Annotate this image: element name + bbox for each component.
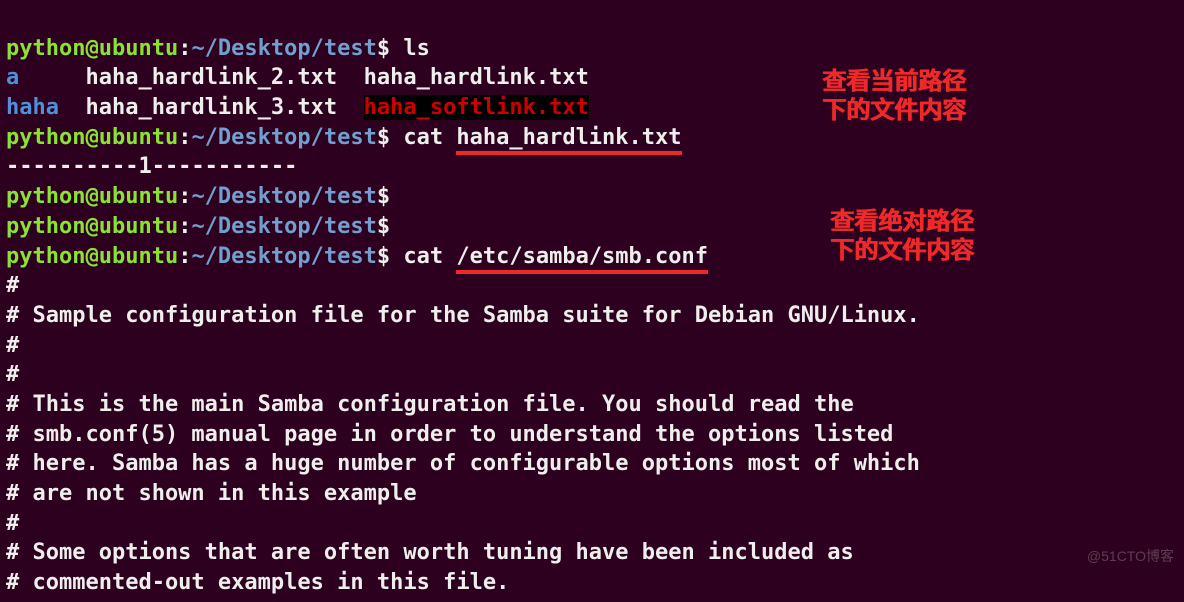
- prompt-line-2: python@ubuntu:~/Desktop/test$ cat haha_h…: [6, 125, 682, 155]
- prompt-user: python@ubuntu: [6, 36, 178, 61]
- prompt-line-3: python@ubuntu:~/Desktop/test$: [6, 184, 403, 209]
- cmd-cat-1-arg: haha_hardlink.txt: [456, 125, 681, 155]
- out-dashes: ----------1-----------: [6, 154, 297, 179]
- ls-row-1: a haha_hardlink_2.txt haha_hardlink.txt: [6, 65, 589, 90]
- prompt-line-1: python@ubuntu:~/Desktop/test$ ls: [6, 36, 430, 61]
- cmd-ls: ls: [403, 36, 430, 61]
- ls-file-hl3: haha_hardlink_3.txt: [85, 95, 337, 120]
- prompt-line-5: python@ubuntu:~/Desktop/test$ cat /etc/s…: [6, 244, 708, 274]
- out-conf-3: #: [6, 362, 19, 387]
- out-conf-2: #: [6, 333, 19, 358]
- annotation-current-path: 查看当前路径 下的文件内容: [822, 68, 966, 126]
- ls-file-hl: haha_hardlink.txt: [364, 65, 589, 90]
- annot1-line2: 下的文件内容: [822, 97, 966, 126]
- annot1-line1: 查看当前路径: [822, 68, 966, 97]
- ls-dir-a: a: [6, 65, 19, 90]
- out-conf-8: #: [6, 511, 19, 536]
- prompt-path: ~/Desktop/test: [191, 36, 376, 61]
- annot2-line2: 下的文件内容: [830, 237, 974, 266]
- ls-softlink: haha_softlink.txt: [364, 95, 589, 120]
- cmd-cat-2-arg: /etc/samba/smb.conf: [456, 244, 708, 274]
- out-conf-7: # are not shown in this example: [6, 481, 417, 506]
- ls-file-hl2: haha_hardlink_2.txt: [85, 65, 337, 90]
- terminal[interactable]: python@ubuntu:~/Desktop/test$ ls a haha_…: [0, 0, 1184, 602]
- out-conf-9: # Some options that are often worth tuni…: [6, 540, 854, 565]
- out-conf-5: # smb.conf(5) manual page in order to un…: [6, 422, 893, 447]
- watermark: @51CTO博客: [1087, 547, 1174, 566]
- cmd-cat-2: cat: [403, 244, 456, 269]
- prompt-colon: :: [178, 36, 191, 61]
- out-conf-10: # commented-out examples in this file.: [6, 570, 509, 595]
- out-conf-0: #: [6, 273, 19, 298]
- annot2-line1: 查看绝对路径: [830, 208, 974, 237]
- out-conf-6: # here. Samba has a huge number of confi…: [6, 451, 920, 476]
- prompt-dollar: $: [377, 36, 404, 61]
- out-conf-1: # Sample configuration file for the Samb…: [6, 303, 920, 328]
- annotation-absolute-path: 查看绝对路径 下的文件内容: [830, 208, 974, 266]
- ls-row-2: haha haha_hardlink_3.txt haha_softlink.t…: [6, 95, 589, 120]
- prompt-line-4: python@ubuntu:~/Desktop/test$: [6, 214, 403, 239]
- out-conf-4: # This is the main Samba configuration f…: [6, 392, 854, 417]
- cmd-cat-1: cat: [403, 125, 456, 150]
- ls-dir-haha: haha: [6, 95, 59, 120]
